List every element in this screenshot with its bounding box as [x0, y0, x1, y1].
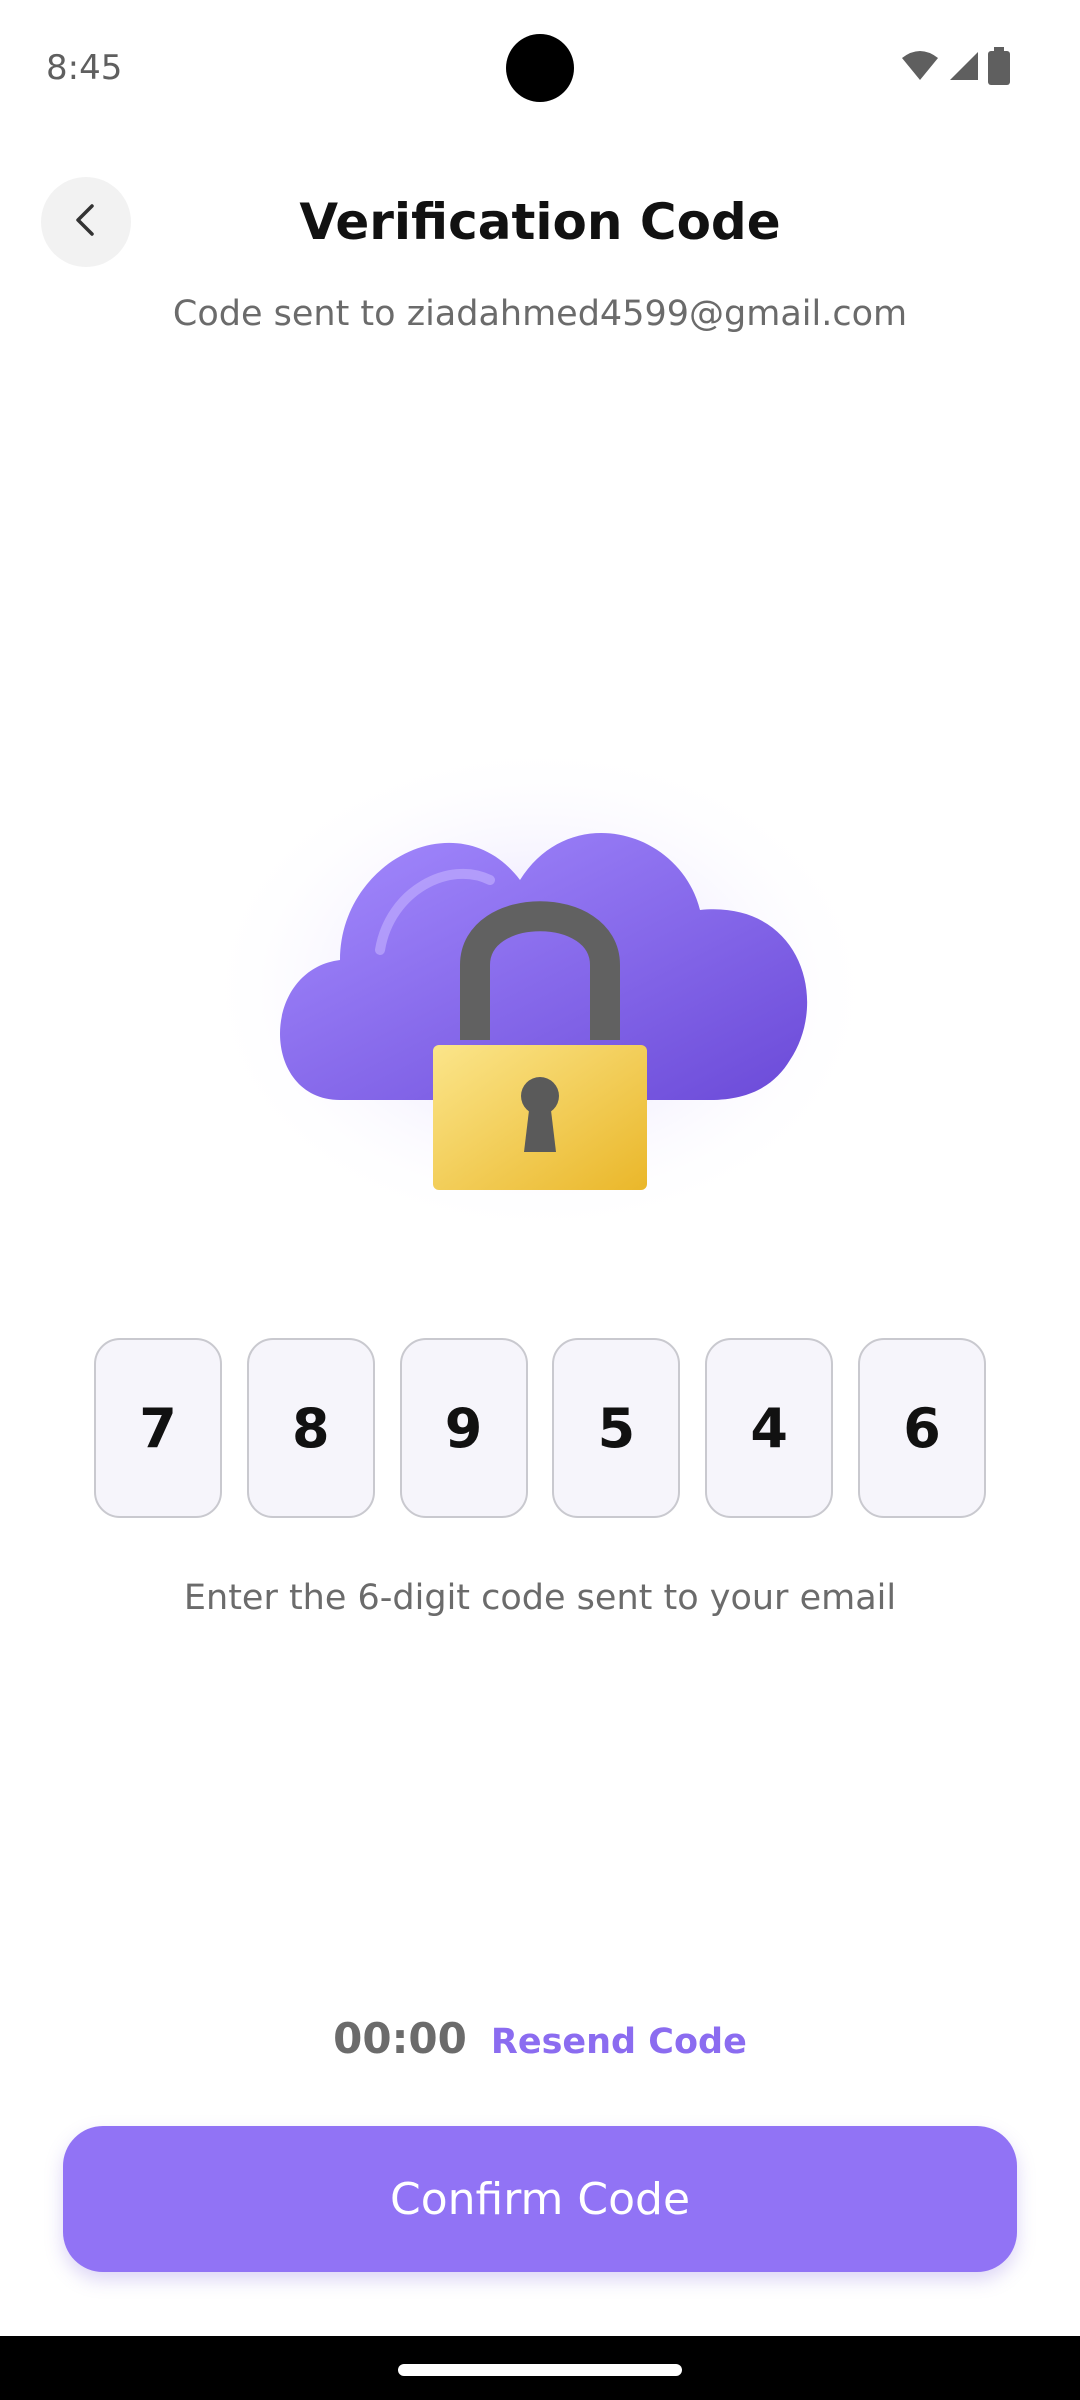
timer-row: 00:00 Resend Code [0, 2014, 1080, 2063]
countdown-timer: 00:00 [333, 2014, 467, 2063]
camera-cutout [506, 34, 574, 102]
signal-icon [948, 50, 980, 86]
code-digit-4[interactable]: 5 [552, 1338, 681, 1518]
status-icons [900, 47, 1010, 89]
code-digit-5[interactable]: 4 [705, 1338, 834, 1518]
cloud-lock-illustration [190, 740, 890, 1260]
status-time: 8:45 [46, 48, 123, 88]
code-digit-6[interactable]: 6 [857, 1338, 986, 1518]
page-title: Verification Code [299, 193, 781, 251]
verification-screen: 8:45 Verification Code Code sent to ziad… [0, 0, 1080, 2400]
code-digit-2[interactable]: 8 [246, 1338, 375, 1518]
code-digit-3[interactable]: 9 [399, 1338, 528, 1518]
code-hint: Enter the 6-digit code sent to your emai… [183, 1578, 897, 1618]
code-digit-1[interactable]: 7 [94, 1338, 222, 1518]
wifi-icon [900, 50, 940, 86]
confirm-code-button[interactable]: Confirm Code [63, 2126, 1017, 2272]
code-input-row: 7 8 9 5 4 6 [94, 1338, 986, 1520]
resend-code-link[interactable]: Resend Code [491, 2022, 747, 2062]
home-indicator[interactable] [398, 2364, 682, 2376]
code-sent-subtitle: Code sent to ziadahmed4599@gmail.com [172, 294, 908, 334]
battery-icon [988, 47, 1010, 89]
